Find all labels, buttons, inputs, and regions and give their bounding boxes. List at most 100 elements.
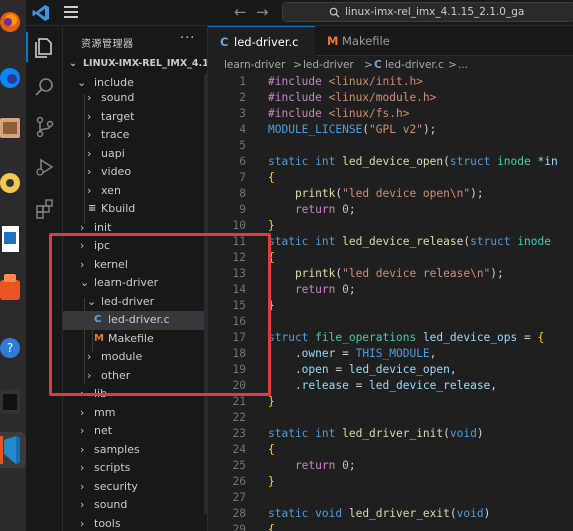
more-actions-button[interactable]: ··· <box>180 31 195 46</box>
chevron-right-icon: › <box>87 165 92 178</box>
tree-folder-sound[interactable]: › sound <box>63 89 207 108</box>
back-arrow-icon[interactable]: ← <box>234 3 247 21</box>
chevron-right-icon: › <box>80 424 85 437</box>
tree-label: samples <box>94 442 140 456</box>
code-line: 24 { <box>208 442 573 458</box>
explorer-icon[interactable] <box>34 36 56 58</box>
tree-folder-sound[interactable]: › sound <box>63 496 207 515</box>
tree-folder-mm[interactable]: › mm <box>63 404 207 423</box>
screenshot-icon[interactable] <box>0 384 22 420</box>
token: return <box>268 459 343 472</box>
tree-folder-net[interactable]: › net <box>63 422 207 441</box>
forward-arrow-icon[interactable]: → <box>256 3 269 21</box>
token: ; <box>348 459 356 472</box>
chevron-right-icon: › <box>80 405 85 419</box>
tab-led-driver-c[interactable]: C led-driver.c <box>208 26 315 56</box>
writer-icon[interactable] <box>0 222 22 258</box>
tree-label: video <box>101 165 132 178</box>
tree-label: xen <box>101 183 121 197</box>
code-line: 3 #include <linux/fs.h> <box>208 106 573 122</box>
command-center-search[interactable]: linux-imx-rel_imx_4.1.15_2.1.0_ga <box>282 2 573 22</box>
line-number: 10 <box>232 219 246 232</box>
token: <linux/fs.h> <box>328 107 410 120</box>
line-number: 24 <box>232 443 246 456</box>
token: 0 <box>342 203 349 216</box>
tree-folder-xen[interactable]: › xen <box>63 182 207 201</box>
code-line: 2 #include <linux/module.h> <box>208 90 573 106</box>
tree-label: net <box>94 424 113 437</box>
token: led_device_release <box>342 235 464 248</box>
tree-label: sound <box>101 91 135 104</box>
line-number: 8 <box>239 187 246 200</box>
token: struct <box>449 155 498 168</box>
code-line: 23 static int led_driver_init(void) <box>208 426 573 442</box>
token: = <box>328 363 349 376</box>
token: #include <box>268 107 329 120</box>
software-icon[interactable] <box>0 270 22 306</box>
token: = <box>517 331 538 344</box>
token: "led device open\n" <box>342 187 471 200</box>
firefox-icon[interactable] <box>0 4 22 40</box>
line-number: 28 <box>232 507 246 520</box>
rhythmbox-icon[interactable] <box>0 165 22 201</box>
tree-file-kbuild[interactable]: ≡ Kbuild <box>63 200 207 219</box>
help-icon[interactable]: ? <box>0 330 22 366</box>
token: led_driver_init <box>342 427 444 440</box>
tree-folder-target[interactable]: › target <box>63 108 207 127</box>
token: { <box>537 331 545 344</box>
chevron-right-icon: › <box>80 498 85 511</box>
code-line: 27 <box>208 490 573 506</box>
extensions-icon[interactable] <box>34 198 56 220</box>
files-icon[interactable] <box>0 110 22 146</box>
breadcrumb-item[interactable]: learn-driver <box>224 56 285 74</box>
token: static <box>268 507 316 520</box>
tree-folder-scripts[interactable]: › scripts <box>63 459 207 478</box>
thunderbird-icon[interactable] <box>0 60 22 96</box>
svg-text:?: ? <box>7 341 13 355</box>
breadcrumb-item[interactable]: led-driver.c <box>385 56 444 74</box>
token: ( <box>449 507 457 520</box>
tree-folder-security[interactable]: › security <box>63 478 207 497</box>
token: ); <box>490 267 504 280</box>
menu-icon[interactable] <box>64 6 78 20</box>
code-line: 10} <box>208 218 573 234</box>
workspace-root[interactable]: ⌄ LINUX-IMX-REL_IMX_4.1.1... <box>63 55 207 73</box>
token: ); <box>422 123 437 136</box>
code-line: 29 { <box>208 522 573 531</box>
code-line: 26} <box>208 474 573 490</box>
chevron-right-icon: › <box>87 183 92 197</box>
search-icon[interactable] <box>34 76 56 98</box>
token: inode <box>517 235 558 248</box>
tab-label: Makefile <box>342 34 390 48</box>
tab-makefile[interactable]: M Makefile <box>315 26 401 56</box>
token: printk <box>268 267 336 280</box>
editor-tabs: C led-driver.c M Makefile <box>208 26 573 56</box>
token: void <box>456 507 484 520</box>
source-control-icon[interactable] <box>34 116 56 138</box>
line-number: 1 <box>239 75 246 88</box>
title-bar: ← → linux-imx-rel_imx_4.1.15_2.1.0_ga <box>26 0 573 26</box>
tree-folder-video[interactable]: › video <box>63 163 207 182</box>
token: THIS_MODULE <box>355 347 430 360</box>
token: return <box>268 283 343 296</box>
tree-folder-trace[interactable]: › trace <box>63 126 207 145</box>
tree-folder-uapi[interactable]: › uapi <box>63 145 207 164</box>
token: ) <box>483 507 491 520</box>
line-number: 25 <box>232 459 246 472</box>
makefile-icon: M <box>327 34 339 48</box>
tree-folder-samples[interactable]: › samples <box>63 441 207 460</box>
code-line: 1 #include <linux/init.h> <box>208 74 573 90</box>
token: struct <box>268 331 316 344</box>
breadcrumb: learn-driver > led-driver > C led-driver… <box>208 56 573 74</box>
token: } <box>268 475 275 488</box>
tree-label: Kbuild <box>101 202 136 215</box>
token: { <box>268 171 275 184</box>
breadcrumb-item[interactable]: ... <box>458 56 468 74</box>
tree-folder-tools[interactable]: › tools <box>63 515 207 531</box>
search-icon <box>329 7 340 18</box>
code-line: 4 MODULE_LICENSE("GPL v2"); <box>208 122 573 138</box>
token: = <box>348 379 370 392</box>
run-debug-icon[interactable] <box>34 156 56 178</box>
breadcrumb-item[interactable]: led-driver <box>303 56 354 74</box>
vscode-dock-icon[interactable] <box>0 432 26 468</box>
